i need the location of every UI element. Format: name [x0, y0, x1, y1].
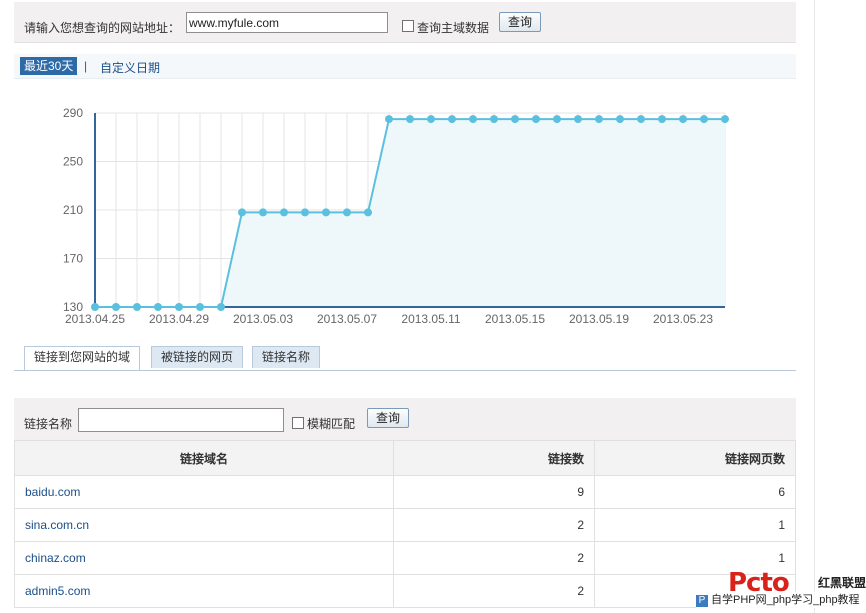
x-tick-label: 2013.05.11	[401, 312, 460, 326]
data-point	[490, 115, 498, 124]
data-point	[154, 303, 162, 311]
data-point	[175, 303, 183, 311]
date-range-bar: 最近30天 | 自定义日期	[14, 54, 796, 79]
data-point	[532, 115, 540, 124]
data-point	[259, 208, 267, 217]
header-page-count[interactable]: 链接网页数	[594, 440, 796, 476]
table-row: chinaz.com 2 1	[14, 541, 796, 575]
row-page-count: 1	[594, 508, 796, 542]
main-domain-label: 查询主域数据	[417, 21, 490, 35]
filter-bar: 链接名称 模糊匹配 查询	[14, 398, 796, 440]
x-tick-label: 2013.05.23	[653, 312, 713, 326]
row-domain-link[interactable]: sina.com.cn	[14, 508, 394, 542]
fuzzy-match-label: 模糊匹配	[307, 417, 356, 431]
fuzzy-match-checkbox[interactable]	[292, 417, 304, 429]
filter-search-button[interactable]: 查询	[367, 408, 409, 428]
data-point	[700, 115, 708, 124]
data-point	[364, 208, 372, 217]
watermark-caption: P 自学PHP网_php学习_php教程	[696, 592, 866, 608]
row-link-count: 2	[393, 574, 595, 608]
x-tick-label: 2013.05.03	[233, 312, 293, 326]
data-point	[91, 303, 99, 311]
data-point	[322, 208, 330, 217]
data-point	[574, 115, 582, 124]
x-tick-label: 2013.04.25	[65, 312, 125, 326]
range-last-30-days[interactable]: 最近30天	[20, 57, 78, 75]
range-separator: |	[84, 59, 88, 73]
data-point	[133, 303, 141, 311]
data-point	[196, 303, 204, 311]
row-link-count: 2	[393, 541, 595, 575]
data-point	[112, 303, 120, 311]
main-domain-checkbox[interactable]	[402, 20, 414, 32]
row-domain-link[interactable]: chinaz.com	[14, 541, 394, 575]
tab-link-names[interactable]: 链接名称	[252, 346, 321, 368]
linking-domains-table: 链接域名 链接数 链接网页数 baidu.com 9 6 sina.com.cn…	[14, 440, 796, 608]
data-point	[553, 115, 561, 124]
tab-linked-pages[interactable]: 被链接的网页	[151, 346, 244, 368]
x-tick-label: 2013.05.15	[485, 312, 545, 326]
data-point	[385, 115, 393, 124]
link-name-input[interactable]	[78, 408, 284, 432]
series-area-fill	[95, 119, 725, 307]
data-point	[511, 115, 519, 124]
backlinks-trend-chart: 2902502101701302013.04.25 2013.04.29 2013.…	[63, 106, 729, 326]
data-point	[448, 115, 456, 124]
data-point	[238, 208, 246, 217]
y-tick-label: 250	[63, 155, 83, 169]
y-tick-label: 170	[63, 252, 83, 266]
data-point	[343, 208, 351, 217]
row-link-count: 9	[393, 475, 595, 509]
data-point	[595, 115, 603, 124]
site-search-button[interactable]: 查询	[499, 12, 541, 32]
data-point	[616, 115, 624, 124]
row-domain-link[interactable]: baidu.com	[14, 475, 394, 509]
result-tabs: 链接到您网站的域 被链接的网页 链接名称	[14, 346, 796, 371]
data-point	[301, 208, 309, 217]
row-page-count: 6	[594, 475, 796, 509]
y-tick-label: 290	[63, 106, 83, 120]
data-point	[721, 115, 729, 124]
watermark-brand: 红黑联盟	[818, 576, 866, 590]
data-point	[658, 115, 666, 124]
php-icon: P	[696, 595, 708, 607]
link-name-label: 链接名称	[24, 417, 73, 431]
table-header-row: 链接域名 链接数 链接网页数	[14, 440, 796, 476]
site-url-label: 请输入您想查询的网站地址：	[24, 21, 181, 35]
y-tick-label: 210	[63, 203, 83, 217]
data-point	[427, 115, 435, 124]
header-link-count[interactable]: 链接数	[393, 440, 595, 476]
data-point	[469, 115, 477, 124]
data-point	[679, 115, 687, 124]
header-link-domain[interactable]: 链接域名	[14, 440, 394, 476]
row-link-count: 2	[393, 508, 595, 542]
page-right-border	[814, 0, 815, 613]
tab-linking-domains[interactable]: 链接到您网站的域	[24, 346, 141, 370]
table-row: sina.com.cn 2 1	[14, 508, 796, 542]
table-row: admin5.com 2	[14, 574, 796, 608]
table-row: baidu.com 9 6	[14, 475, 796, 509]
site-search-bar: 请输入您想查询的网站地址： 查询主域数据 查询	[14, 2, 796, 43]
data-point	[280, 208, 288, 217]
site-watermark: Pcto 红黑联盟 P 自学PHP网_php学习_php教程	[696, 568, 866, 613]
x-tick-label: 2013.05.07	[317, 312, 377, 326]
x-tick-label: 2013.04.29	[149, 312, 209, 326]
watermark-text: 自学PHP网_php学习_php教程	[711, 594, 860, 606]
site-url-input[interactable]	[186, 12, 388, 33]
range-custom-date[interactable]: 自定义日期	[100, 59, 160, 76]
row-domain-link[interactable]: admin5.com	[14, 574, 394, 608]
data-point	[637, 115, 645, 124]
x-tick-label: 2013.05.19	[569, 312, 629, 326]
data-point	[217, 303, 225, 311]
data-point	[406, 115, 414, 124]
